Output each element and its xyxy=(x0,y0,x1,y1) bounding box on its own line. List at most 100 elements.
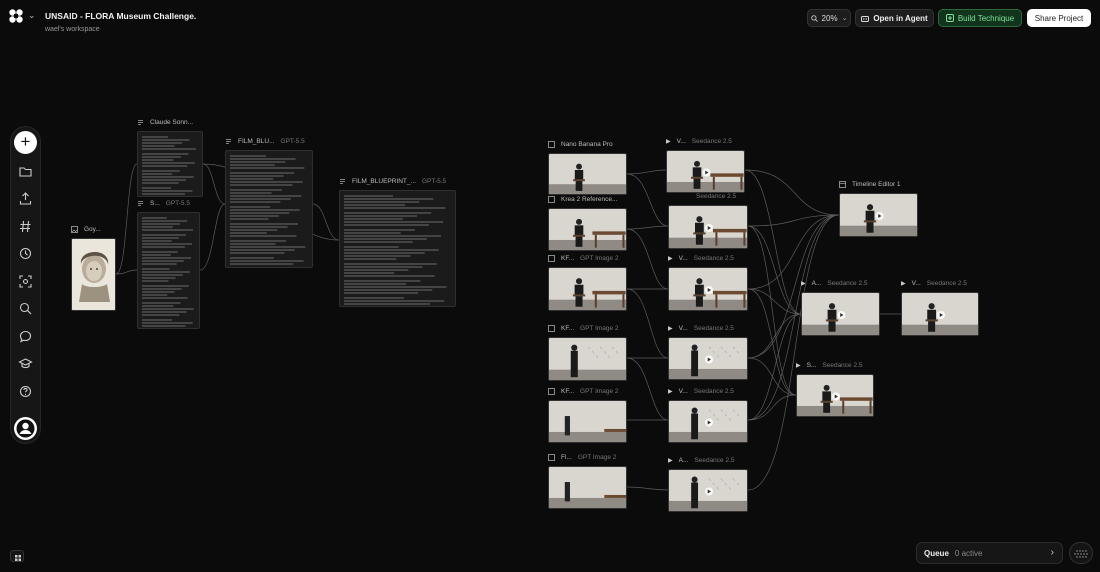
workspace-name: wael's workspace xyxy=(45,26,100,33)
left-toolbar: + xyxy=(10,126,41,444)
video-thumbnail xyxy=(668,337,748,380)
queue-label: Queue xyxy=(924,548,949,558)
video-thumbnail xyxy=(668,205,748,249)
node-film-blueprint-2[interactable]: FILM_BLUEPRINT_... GPT-5.5 xyxy=(339,178,456,307)
image-icon xyxy=(548,196,555,203)
node-kf-3[interactable]: KF... GPT Image 2 xyxy=(548,388,627,443)
hashtag-icon[interactable] xyxy=(18,219,33,234)
history-icon[interactable] xyxy=(18,246,33,261)
node-audio-2[interactable]: ▶ A... Seedance 2.5 xyxy=(801,280,880,336)
node-timeline-editor[interactable]: Timeline Editor 1 xyxy=(839,181,918,237)
image-thumbnail xyxy=(548,466,627,509)
graduation-cap-icon[interactable] xyxy=(18,356,33,371)
node-title: Timeline Editor 1 xyxy=(852,181,901,188)
node-model: Seedance 2.5 xyxy=(691,138,732,145)
node-fl[interactable]: Fl... GPT Image 2 xyxy=(548,454,627,509)
queue-panel[interactable]: Queue 0 active › xyxy=(916,542,1063,564)
node-model: Seedance 2.5 xyxy=(693,255,734,262)
node-title: V... xyxy=(678,388,688,395)
flora-logo-icon[interactable] xyxy=(9,9,23,23)
node-title: A... xyxy=(811,280,822,287)
video-thumbnail xyxy=(796,374,874,417)
chevron-down-icon: ⌄ xyxy=(841,15,848,22)
node-title: Fl... xyxy=(561,454,572,461)
search-icon[interactable] xyxy=(18,301,33,316)
add-icon[interactable]: + xyxy=(14,131,37,154)
node-model: Seedance 2.5 xyxy=(694,457,735,464)
image-thumbnail xyxy=(548,337,627,381)
zoom-control[interactable]: 20% ⌄ xyxy=(807,9,851,27)
dots-grid-icon xyxy=(1074,550,1088,558)
chat-icon[interactable] xyxy=(18,329,33,344)
user-icon xyxy=(16,419,35,438)
node-video-4[interactable]: ▶ V... Seedance 2.5 xyxy=(668,325,748,380)
node-title: Claude Sonn... xyxy=(150,119,194,126)
node-model: GPT Image 2 xyxy=(580,388,619,395)
node-model: Seedance 2.5 xyxy=(696,193,737,200)
play-icon: ▶ xyxy=(668,326,673,332)
zoom-level: 20% xyxy=(821,13,838,23)
node-video-6[interactable]: ▶ V... Seedance 2.5 xyxy=(901,280,979,336)
text-icon xyxy=(138,201,143,206)
play-icon: ▶ xyxy=(901,281,906,287)
node-model: GPT Image 2 xyxy=(580,255,619,262)
play-icon: ▶ xyxy=(668,256,673,262)
node-title: FILM_BLUEPRINT_... xyxy=(352,178,416,185)
share-project-button[interactable]: Share Project xyxy=(1027,9,1091,27)
node-title: V... xyxy=(678,255,688,262)
video-thumbnail xyxy=(901,292,979,336)
node-model: Seedance 2.5 xyxy=(693,325,734,332)
node-video-2[interactable]: Seedance 2.5 xyxy=(668,193,748,249)
node-video-1[interactable]: ▶ V... Seedance 2.5 xyxy=(666,138,745,193)
play-icon: ▶ xyxy=(668,458,673,464)
node-model: Seedance 2.5 xyxy=(926,280,967,287)
node-kf-1[interactable]: KF... GPT Image 2 xyxy=(548,255,627,311)
image-icon xyxy=(548,388,555,395)
node-kf-2[interactable]: KF... GPT Image 2 xyxy=(548,325,627,381)
image-thumbnail xyxy=(548,400,627,443)
node-nano-banana[interactable]: Nano Banana Pro xyxy=(548,141,627,195)
avatar[interactable] xyxy=(14,417,37,440)
video-thumbnail xyxy=(666,150,745,193)
node-video-3[interactable]: ▶ V... Seedance 2.5 xyxy=(668,255,748,311)
open-in-agent-button[interactable]: Open in Agent xyxy=(855,9,934,27)
node-portrait[interactable]: Goy... xyxy=(71,226,116,311)
upload-icon[interactable] xyxy=(18,191,33,206)
node-s2[interactable]: ▶ S... Seedance 2.5 xyxy=(796,362,874,417)
text-icon xyxy=(340,179,345,184)
node-model: GPT Image 2 xyxy=(577,454,617,461)
node-claude[interactable]: Claude Sonn... xyxy=(137,119,203,197)
video-thumbnail xyxy=(801,292,880,336)
portrait-image xyxy=(71,238,116,311)
node-model: GPT-5.5 xyxy=(421,178,447,185)
node-model: Seedance 2.5 xyxy=(822,362,863,369)
folder-icon[interactable] xyxy=(18,164,33,179)
project-title[interactable]: UNSAID - FLORA Museum Challenge. xyxy=(45,11,196,21)
build-technique-button[interactable]: Build Technique xyxy=(938,9,1022,27)
node-krea-reference[interactable]: Krea 2 Reference... xyxy=(548,196,627,251)
scan-icon[interactable] xyxy=(18,274,33,289)
play-icon: ▶ xyxy=(668,389,673,395)
queue-count: 0 active xyxy=(954,548,983,558)
node-model: GPT-5.5 xyxy=(165,200,190,207)
node-audio-1[interactable]: ▶ A... Seedance 2.5 xyxy=(668,457,748,512)
zoom-icon xyxy=(810,14,818,22)
chevron-down-icon[interactable]: ⌄ xyxy=(28,10,36,21)
play-icon: ▶ xyxy=(801,281,806,287)
help-icon[interactable] xyxy=(18,384,33,399)
node-title: A... xyxy=(678,457,689,464)
node-film-blueprint-1[interactable]: FILM_BLU... GPT-5.5 xyxy=(225,138,313,268)
node-s1[interactable]: S... GPT-5.5 xyxy=(137,200,200,329)
node-title: V... xyxy=(676,138,686,145)
node-title: V... xyxy=(911,280,921,287)
minimap-button[interactable] xyxy=(1069,542,1093,564)
image-icon xyxy=(548,141,555,148)
grid-view-button[interactable] xyxy=(10,550,24,562)
chevron-right-icon: › xyxy=(1050,547,1054,558)
text-content xyxy=(225,150,313,268)
image-icon xyxy=(548,255,555,262)
node-video-5[interactable]: ▶ V... Seedance 2.5 xyxy=(668,388,748,443)
text-content xyxy=(137,131,203,197)
play-icon: ▶ xyxy=(666,139,671,145)
node-title: S... xyxy=(150,200,160,207)
